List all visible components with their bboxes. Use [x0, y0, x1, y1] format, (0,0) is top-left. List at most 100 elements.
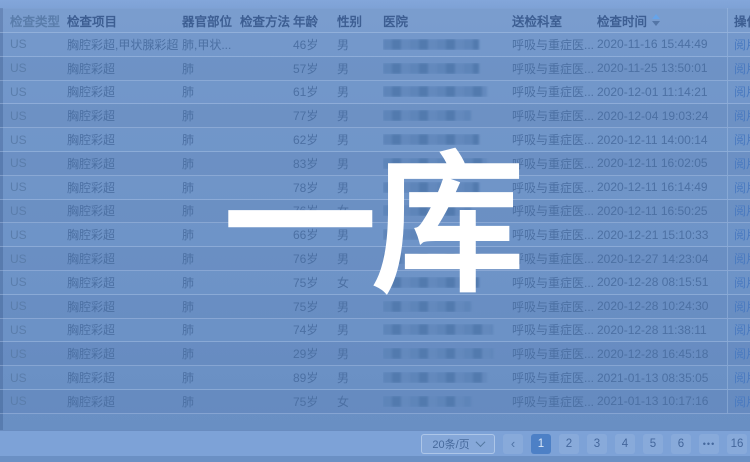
exam-item-cell: 胸腔彩超: [67, 107, 182, 124]
age-cell: 75岁: [293, 298, 337, 315]
hospital-cell: [383, 372, 512, 383]
view-images-link[interactable]: 阅片: [734, 226, 750, 243]
page-button-4[interactable]: 4: [615, 434, 635, 454]
table-row: US 胸腔彩超 肺 57岁 男 呼吸与重症医... 2020-11-25 13:…: [0, 57, 750, 81]
table-row: US 胸腔彩超 肺 75岁 男 呼吸与重症医... 2020-12-28 10:…: [0, 295, 750, 319]
gender-cell: 男: [337, 321, 383, 338]
organ-cell: 肺: [182, 274, 240, 291]
hospital-cell: [383, 110, 512, 121]
hospital-name-redacted: [383, 253, 479, 264]
exam-type-cell: US: [10, 156, 67, 170]
gender-cell: 男: [337, 36, 383, 53]
exam-type-cell: US: [10, 347, 67, 361]
exam-item-cell: 胸腔彩超: [67, 60, 182, 77]
actions-cell: 阅片: [727, 33, 750, 56]
table-header-row: 检查类型 检查项目 器官部位 检查方法 年龄 性别 医院 送检科室 检查时间 操…: [0, 8, 750, 33]
organ-cell: 肺: [182, 179, 240, 196]
exam-item-cell: 胸腔彩超: [67, 393, 182, 410]
exam-list-screen: 检查类型 检查项目 器官部位 检查方法 年龄 性别 医院 送检科室 检查时间 操…: [0, 0, 750, 462]
age-cell: 74岁: [293, 321, 337, 338]
view-images-link[interactable]: 阅片: [734, 369, 750, 386]
view-images-link[interactable]: 阅片: [734, 321, 750, 338]
more-pages-button[interactable]: •••: [699, 434, 719, 454]
hospital-name-redacted: [383, 63, 479, 74]
age-cell: 29岁: [293, 345, 337, 362]
age-cell: 89岁: [293, 369, 337, 386]
exam-item-cell: 胸腔彩超: [67, 83, 182, 100]
view-images-link[interactable]: 阅片: [734, 60, 750, 77]
table-row: US 胸腔彩超 肺 75岁 女 呼吸与重症医... 2020-12-28 08:…: [0, 271, 750, 295]
view-images-link[interactable]: 阅片: [734, 83, 750, 100]
page-size-select[interactable]: 20条/页: [421, 434, 495, 454]
age-cell: 77岁: [293, 107, 337, 124]
department-cell: 呼吸与重症医...: [512, 345, 597, 362]
view-images-link[interactable]: 阅片: [734, 107, 750, 124]
gender-cell: 男: [337, 179, 383, 196]
actions-cell: 阅片: [727, 390, 750, 413]
page-button-3[interactable]: 3: [587, 434, 607, 454]
hospital-cell: [383, 324, 512, 335]
age-cell: 75岁: [293, 393, 337, 410]
table-row: US 胸腔彩超 肺 75岁 女 呼吸与重症医... 2021-01-13 10:…: [0, 390, 750, 414]
view-images-link[interactable]: 阅片: [734, 36, 750, 53]
prev-page-button[interactable]: ‹: [503, 434, 523, 454]
department-cell: 呼吸与重症医...: [512, 131, 597, 148]
hospital-cell: [383, 134, 512, 145]
page-button-5[interactable]: 5: [643, 434, 663, 454]
view-images-link[interactable]: 阅片: [734, 155, 750, 172]
organ-cell: 肺: [182, 321, 240, 338]
organ-cell: 肺: [182, 155, 240, 172]
age-cell: 66岁: [293, 226, 337, 243]
age-cell: 76岁: [293, 202, 337, 219]
page-button-6[interactable]: 6: [671, 434, 691, 454]
view-images-link[interactable]: 阅片: [734, 393, 750, 410]
department-cell: 呼吸与重症医...: [512, 107, 597, 124]
department-cell: 呼吸与重症医...: [512, 226, 597, 243]
exam-type-cell: US: [10, 61, 67, 75]
hospital-cell: [383, 205, 512, 216]
view-images-link[interactable]: 阅片: [734, 345, 750, 362]
table-row: US 胸腔彩超 肺 78岁 男 呼吸与重症医... 2020-12-11 16:…: [0, 176, 750, 200]
page-button-1[interactable]: 1: [531, 434, 551, 454]
hospital-name-redacted: [383, 134, 479, 145]
hospital-cell: [383, 182, 512, 193]
exam-time-cell: 2021-01-13 10:17:16: [597, 394, 727, 408]
exam-type-cell: US: [10, 299, 67, 313]
hospital-cell: [383, 253, 512, 264]
organ-cell: 肺: [182, 202, 240, 219]
age-cell: 46岁: [293, 36, 337, 53]
hospital-name-redacted: [383, 86, 487, 97]
view-images-link[interactable]: 阅片: [734, 250, 750, 267]
exam-item-cell: 胸腔彩超: [67, 155, 182, 172]
view-images-link[interactable]: 阅片: [734, 202, 750, 219]
hospital-name-redacted: [383, 205, 471, 216]
exam-type-cell: US: [10, 133, 67, 147]
actions-cell: 阅片: [727, 152, 750, 175]
exam-time-cell: 2020-12-28 10:24:30: [597, 299, 727, 313]
view-images-link[interactable]: 阅片: [734, 298, 750, 315]
table-row: US 胸腔彩超 肺 89岁 男 呼吸与重症医... 2021-01-13 08:…: [0, 366, 750, 390]
organ-cell: 肺: [182, 60, 240, 77]
table-row: US 胸腔彩超 肺 62岁 男 呼吸与重症医... 2020-12-11 14:…: [0, 128, 750, 152]
actions-cell: 阅片: [727, 366, 750, 389]
gender-cell: 男: [337, 131, 383, 148]
exam-item-cell: 胸腔彩超: [67, 298, 182, 315]
organ-cell: 肺: [182, 83, 240, 100]
hospital-name-redacted: [383, 301, 471, 312]
organ-cell: 肺: [182, 107, 240, 124]
sort-carets[interactable]: [652, 14, 660, 26]
column-header-exam-time[interactable]: 检查时间: [597, 11, 727, 30]
view-images-link[interactable]: 阅片: [734, 274, 750, 291]
exam-type-cell: US: [10, 180, 67, 194]
view-images-link[interactable]: 阅片: [734, 131, 750, 148]
page-button-2[interactable]: 2: [559, 434, 579, 454]
exam-type-cell: US: [10, 85, 67, 99]
department-cell: 呼吸与重症医...: [512, 321, 597, 338]
view-images-link[interactable]: 阅片: [734, 179, 750, 196]
department-cell: 呼吸与重症医...: [512, 250, 597, 267]
exam-time-cell: 2020-11-25 13:50:01: [597, 61, 727, 75]
page-size-label: 20条/页: [432, 436, 469, 452]
page-button-last[interactable]: 16: [727, 434, 747, 454]
exam-type-cell: US: [10, 109, 67, 123]
department-cell: 呼吸与重症医...: [512, 83, 597, 100]
